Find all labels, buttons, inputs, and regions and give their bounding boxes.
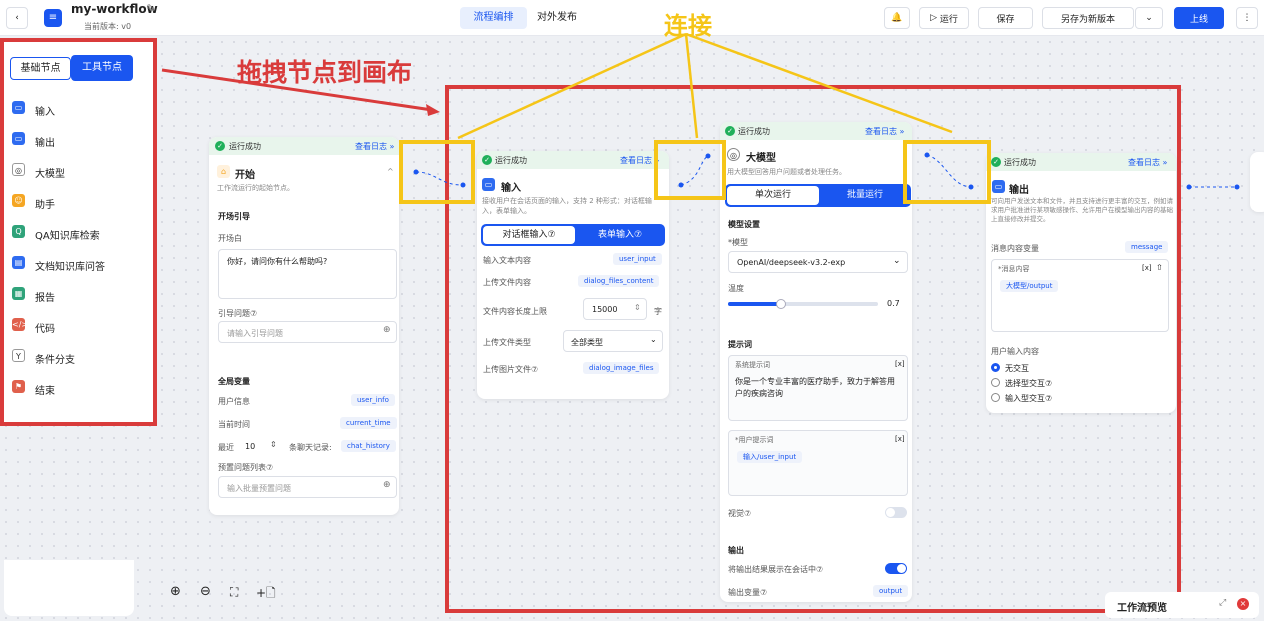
connect-arrow-2	[684, 33, 699, 139]
drag-arrow-head	[426, 104, 440, 116]
connection-highlight-2	[654, 140, 726, 200]
close-icon[interactable]: ×	[1237, 598, 1249, 610]
connection-highlight-1	[399, 140, 475, 204]
drag-arrow	[161, 68, 433, 112]
workflow-preview-panel[interactable]: 工作流预览 ⤢ ×	[1105, 592, 1259, 618]
connector-layer	[161, 32, 1240, 190]
zoom-out-icon[interactable]: ⊖	[200, 584, 211, 599]
connection-highlight-3	[903, 140, 991, 204]
connect-arrow-3	[685, 32, 953, 134]
connect-arrow-1	[457, 32, 687, 140]
edge-port	[1234, 184, 1240, 190]
preview-title: 工作流预览	[1117, 603, 1167, 614]
expand-icon[interactable]: ⤢	[1219, 598, 1226, 608]
canvas-toolbar	[4, 560, 134, 616]
fit-view-icon[interactable]: ⛶	[230, 585, 238, 600]
zoom-in-icon[interactable]: ⊕	[170, 584, 181, 599]
edge-port	[1186, 184, 1192, 190]
add-note-icon[interactable]: +🗋	[256, 584, 276, 605]
